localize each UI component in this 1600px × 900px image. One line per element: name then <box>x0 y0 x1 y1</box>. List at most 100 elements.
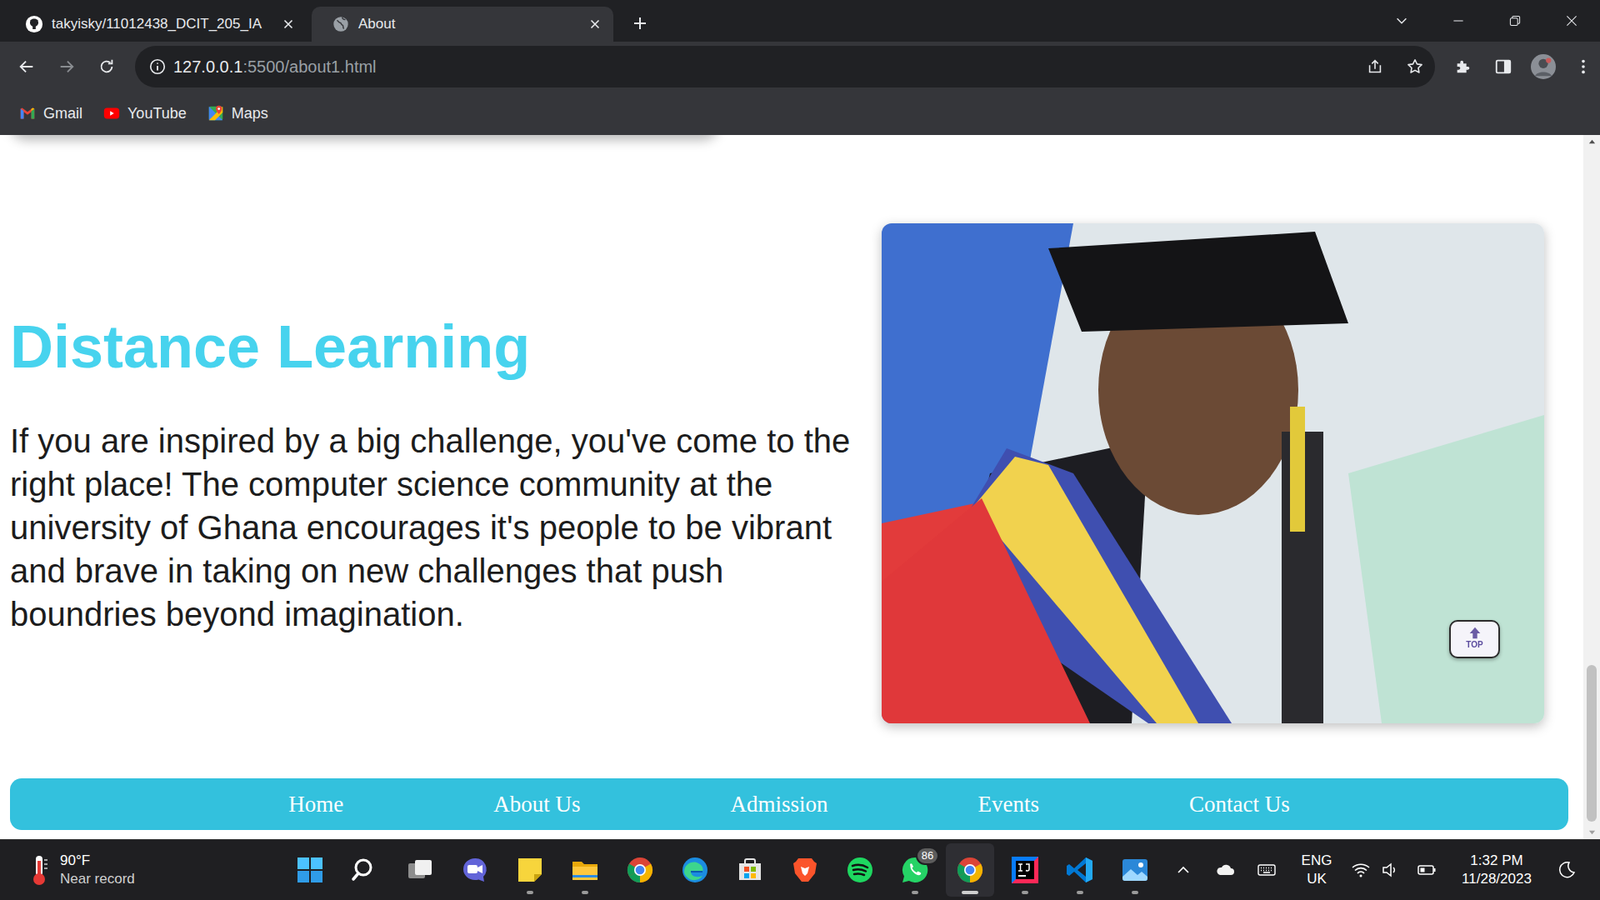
nav-link-item[interactable]: Contact Us <box>1189 787 1290 822</box>
scroll-up-icon[interactable] <box>1583 135 1600 150</box>
graduation-photo <box>881 223 1545 724</box>
taskbar-app[interactable] <box>1055 843 1105 897</box>
github-icon <box>25 15 44 34</box>
taskbar-app[interactable] <box>670 843 720 897</box>
back-icon[interactable] <box>10 50 44 84</box>
close-tab-icon[interactable] <box>281 17 295 31</box>
distance-learning-section: Distance Learning If you are inspired by… <box>0 135 1584 724</box>
section-text: If you are inspired by a big challenge, … <box>10 419 872 636</box>
show-hidden-icons-icon[interactable] <box>1165 849 1202 891</box>
input-language[interactable]: ENG UK <box>1290 851 1344 889</box>
taskbar-app[interactable] <box>725 843 775 897</box>
nav-link-item[interactable]: Events <box>978 787 1040 822</box>
running-indicator <box>1021 890 1029 895</box>
up-arrow-icon <box>1467 625 1483 641</box>
tab-list: takyisky/11012438_DCIT_205_IA About <box>0 6 614 42</box>
nav-link-item[interactable]: Admission <box>730 787 828 822</box>
wifi-icon[interactable] <box>1348 849 1374 891</box>
taskbar-app[interactable] <box>1110 843 1160 897</box>
taskbar-app[interactable] <box>945 843 995 897</box>
taskbar-app[interactable] <box>835 843 885 897</box>
touch-keyboard-icon[interactable] <box>1248 849 1285 891</box>
taskbar-apps: 86 <box>285 843 1160 897</box>
running-indicator <box>526 890 534 895</box>
address-bar[interactable]: 127.0.0.1:5500/about1.html <box>135 45 1435 88</box>
taskbar-app[interactable] <box>505 843 555 897</box>
battery-icon[interactable] <box>1408 849 1445 891</box>
running-indicator <box>306 890 314 895</box>
running-indicator <box>636 890 644 895</box>
close-tab-icon[interactable] <box>588 17 602 31</box>
taskbar-app[interactable] <box>560 843 610 897</box>
back-to-top-button[interactable]: TOP <box>1449 620 1500 659</box>
photos-icon <box>1120 855 1150 885</box>
nav-link-item[interactable]: About Us <box>493 787 580 822</box>
taskbar-app[interactable] <box>395 843 445 897</box>
region-code[interactable]: UK <box>1290 870 1344 889</box>
running-indicator <box>961 890 979 895</box>
language-code[interactable]: ENG <box>1290 851 1344 870</box>
taskbar-app[interactable] <box>285 843 335 897</box>
bookmark[interactable]: YouTube <box>102 102 187 125</box>
clock-date[interactable]: 11/28/2023 <box>1450 870 1544 889</box>
site-navigation: Home About Us Admission Events Contact Us <box>10 778 1569 830</box>
forward-icon[interactable] <box>50 50 84 84</box>
extensions-icon[interactable] <box>1446 50 1480 84</box>
section-heading: Distance Learning <box>10 310 872 383</box>
running-indicator <box>1076 890 1084 895</box>
reload-icon[interactable] <box>90 50 124 84</box>
taskbar-app[interactable] <box>340 843 390 897</box>
restore-icon[interactable] <box>1486 0 1544 42</box>
tab-title[interactable]: About <box>358 13 580 35</box>
web-page: Distance Learning If you are inspired by… <box>0 135 1600 840</box>
scroll-down-icon[interactable] <box>1583 825 1600 840</box>
tab-title[interactable]: takyisky/11012438_DCIT_205_IA <box>51 13 274 35</box>
do-not-disturb-icon[interactable] <box>1548 849 1585 891</box>
taskbar-app[interactable] <box>450 843 500 897</box>
scroll-thumb[interactable] <box>1586 665 1597 822</box>
clock[interactable]: 1:32 PM 11/28/2023 <box>1450 851 1544 889</box>
browser-tab[interactable]: About <box>311 6 614 42</box>
site-info-icon[interactable] <box>148 57 167 76</box>
new-tab-icon[interactable] <box>623 6 657 40</box>
bookmark[interactable]: Gmail <box>18 102 83 125</box>
browser-tab[interactable]: takyisky/11012438_DCIT_205_IA <box>5 6 307 42</box>
globe-icon <box>331 15 350 34</box>
menu-icon[interactable] <box>1566 50 1600 84</box>
running-indicator <box>1131 890 1139 895</box>
bookmark-label[interactable]: Maps <box>231 102 269 125</box>
bookmark[interactable]: Maps <box>206 102 269 125</box>
taskbar: 90°F Near record 86 ENG UK <box>0 839 1600 900</box>
tab-search-icon[interactable] <box>1385 0 1419 42</box>
running-indicator <box>416 890 424 895</box>
running-indicator <box>361 890 369 895</box>
taskbar-app[interactable]: 86 <box>890 843 940 897</box>
address-host[interactable]: 127.0.0.1 <box>173 57 243 76</box>
taskbar-app[interactable] <box>615 843 665 897</box>
bookmark-label[interactable]: Gmail <box>43 102 83 125</box>
address-path[interactable]: :5500/about1.html <box>242 57 376 76</box>
share-icon[interactable] <box>1358 50 1392 84</box>
explorer-icon <box>570 855 600 885</box>
bookmark-star-icon[interactable] <box>1398 50 1432 84</box>
profile-avatar-icon[interactable] <box>1526 50 1560 84</box>
volume-icon[interactable] <box>1378 849 1404 891</box>
taskbar-app[interactable] <box>780 843 830 897</box>
taskbar-app[interactable] <box>1000 843 1050 897</box>
weather-temperature: 90°F <box>60 851 135 870</box>
bookmark-label[interactable]: YouTube <box>127 102 187 125</box>
store-icon <box>735 855 765 885</box>
running-indicator <box>746 890 754 895</box>
weather-widget[interactable]: 90°F Near record <box>0 851 286 889</box>
weather-note: Near record <box>60 870 135 889</box>
bookmarks-bar: Gmail YouTube Maps <box>0 91 1600 135</box>
clock-time[interactable]: 1:32 PM <box>1450 851 1544 870</box>
page-scrollbar[interactable] <box>1583 135 1600 840</box>
nav-link-item[interactable]: Home <box>288 787 344 822</box>
minimize-icon[interactable] <box>1430 0 1487 42</box>
side-panel-icon[interactable] <box>1486 50 1520 84</box>
running-indicator <box>856 890 864 895</box>
spotify-icon <box>845 855 875 885</box>
close-window-icon[interactable] <box>1543 0 1600 42</box>
onedrive-cloud-icon[interactable] <box>1206 849 1244 891</box>
